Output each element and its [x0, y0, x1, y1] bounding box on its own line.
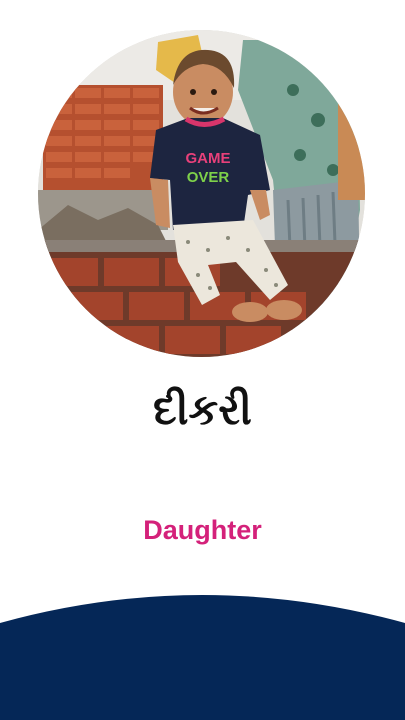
brick-stack	[43, 85, 163, 195]
bottom-wave-decoration	[0, 585, 405, 720]
gujarati-word: દીકરી	[153, 385, 252, 434]
shirt-text-line1: GAME	[186, 150, 231, 167]
child-photo: GAME OVER	[38, 30, 365, 357]
shirt-text-line2: OVER	[187, 169, 230, 186]
english-translation: Daughter	[143, 515, 262, 545]
flashcard-screen: GAME OVER દીકરી Daughter	[0, 0, 405, 720]
